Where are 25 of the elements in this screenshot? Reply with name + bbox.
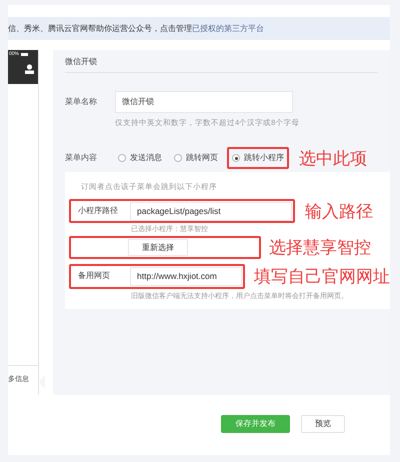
radio-option[interactable]: 发送消息 — [115, 147, 165, 170]
field-label: 菜单名称 — [65, 96, 98, 108]
preview-button[interactable]: 预览 — [301, 415, 345, 433]
notice-text: 信、秀米、腾讯云官网帮助你运营公众号，点击管理 — [8, 22, 192, 34]
annotation-text: 选择慧享智控 — [269, 237, 371, 259]
field-label: 小程序路径 — [78, 205, 119, 218]
pointer-icon — [39, 375, 46, 389]
field-label: 菜单内容 — [65, 152, 98, 164]
annotation-text: 填写自己官网网址 — [254, 266, 390, 288]
radio-button[interactable] — [174, 154, 182, 162]
radio-option[interactable]: 跳转网页 — [171, 147, 221, 170]
radio-option[interactable]: 跳转小程序 — [227, 147, 289, 170]
menu-name-field[interactable]: 微信开锁 — [115, 91, 293, 113]
notice-link[interactable]: 已授权的第三方平台 — [192, 22, 264, 34]
annotation-text: 选中此项 — [299, 148, 367, 170]
backup-url-field[interactable]: http://www.hxjiot.com — [130, 266, 242, 286]
radio-button[interactable] — [232, 154, 240, 162]
path-field[interactable]: packageList/pages/list — [130, 202, 292, 221]
field-label: 备用网页 — [78, 270, 111, 282]
battery-icon — [21, 52, 28, 56]
radio-button[interactable] — [118, 154, 126, 162]
editor-title: 微信开锁 — [65, 50, 378, 73]
annotation-text: 输入路径 — [305, 200, 373, 222]
reselect-button[interactable]: 重新选择 — [128, 239, 188, 256]
user-icon — [25, 64, 34, 74]
